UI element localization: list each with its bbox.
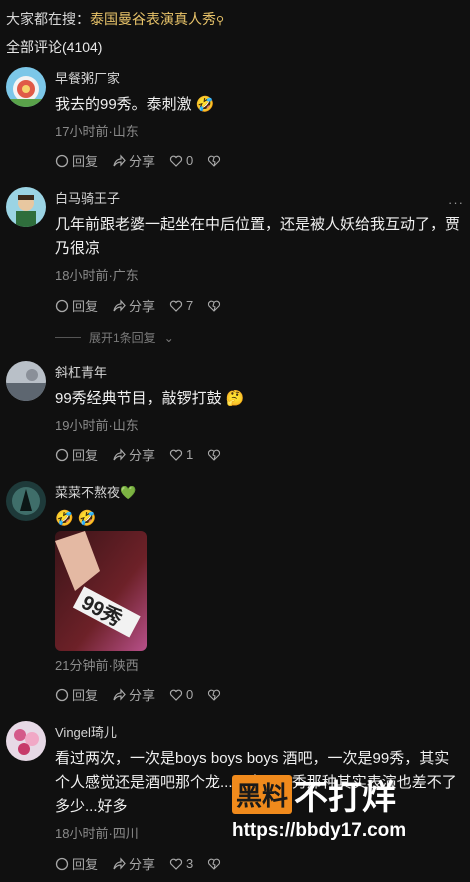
share-icon <box>113 298 126 312</box>
comment-author[interactable]: 早餐粥厂家 <box>55 68 120 87</box>
reply-button[interactable]: 回复 <box>55 151 98 170</box>
comment-text: 99秀经典节目，敲锣打鼓 🤔 <box>55 390 245 407</box>
watermark-url: https://bbdy17.com <box>232 820 407 841</box>
broken-heart-icon <box>208 689 221 701</box>
like-count: 3 <box>186 856 194 871</box>
heart-icon <box>169 155 183 167</box>
share-button[interactable]: 分享 <box>112 685 155 704</box>
dislike-button[interactable] <box>207 154 221 168</box>
divider <box>55 337 81 338</box>
comment-actions: 回复 分享 0 <box>55 151 221 170</box>
heart-icon <box>169 689 183 701</box>
dislike-button[interactable] <box>207 857 221 871</box>
reply-button[interactable]: 回复 <box>55 445 98 464</box>
share-icon <box>113 153 126 167</box>
hot-search-keyword[interactable]: 泰国曼谷表演真人秀 <box>90 11 216 27</box>
reply-icon <box>55 448 69 461</box>
share-button[interactable]: 分享 <box>112 296 155 315</box>
watermark-title: 不打烊 <box>294 779 397 817</box>
comment-actions: 回复 分享 0 <box>55 685 221 704</box>
emoji: 🤣 <box>195 96 215 113</box>
dislike-button[interactable] <box>207 448 221 462</box>
hot-search-bar[interactable]: 大家都在搜：泰国曼谷表演真人秀⚲ <box>6 9 224 29</box>
like-count: 0 <box>186 153 194 168</box>
comment-actions: 回复 分享 7 <box>55 296 221 315</box>
avatar[interactable] <box>6 721 46 761</box>
more-options-button[interactable]: ··· <box>448 195 464 210</box>
comment-author[interactable]: 斜杠青年 <box>55 362 107 381</box>
avatar[interactable] <box>6 361 46 401</box>
like-button[interactable]: 7 <box>169 298 193 313</box>
avatar[interactable] <box>6 67 46 107</box>
reply-icon <box>55 857 69 870</box>
avatar[interactable] <box>6 187 46 227</box>
comment-count: 全部评论(4104) <box>6 39 103 55</box>
reply-icon <box>55 688 69 701</box>
expand-replies-button[interactable]: 展开1条回复 ⌄ <box>55 329 174 346</box>
comment-meta: 17小时前·山东 <box>55 124 139 139</box>
comment-text: 我去的99秀。泰刺激 🤣 <box>55 96 215 113</box>
reply-icon <box>55 299 69 312</box>
share-icon <box>113 856 126 870</box>
share-icon <box>113 687 126 701</box>
broken-heart-icon <box>208 300 221 312</box>
dislike-button[interactable] <box>207 299 221 313</box>
heart-icon <box>169 858 183 870</box>
chevron-down-icon: ⌄ <box>163 330 174 345</box>
reply-button[interactable]: 回复 <box>55 296 98 315</box>
emoji: 💚 <box>120 485 137 500</box>
comment-author[interactable]: Vingel琦儿 <box>55 722 117 741</box>
avatar[interactable] <box>6 481 46 521</box>
watermark-logo: 黑料 <box>232 775 293 814</box>
like-count: 1 <box>186 447 194 462</box>
like-button[interactable]: 0 <box>169 153 193 168</box>
reply-button[interactable]: 回复 <box>55 854 98 873</box>
comment-author[interactable]: 菜菜不熬夜💚 <box>55 482 136 501</box>
comment-meta: 19小时前·山东 <box>55 418 139 433</box>
comment-meta: 21分钟前·陕西 <box>55 658 139 673</box>
comment-text: 🤣 🤣 <box>55 510 97 527</box>
share-button[interactable]: 分享 <box>112 151 155 170</box>
comment-photo[interactable]: 99秀 <box>55 531 147 651</box>
watermark: 黑料 不打烊 https://bbdy17.com <box>232 770 462 846</box>
broken-heart-icon <box>208 155 221 167</box>
like-count: 0 <box>186 687 194 702</box>
like-button[interactable]: 1 <box>169 447 193 462</box>
emoji: 🤔 <box>225 390 245 407</box>
dislike-button[interactable] <box>207 688 221 702</box>
comment-author[interactable]: 白马骑王子 <box>55 188 120 207</box>
comment-actions: 回复 分享 1 <box>55 445 221 464</box>
comment-meta: 18小时前·广东 <box>55 268 139 283</box>
heart-icon <box>169 300 183 312</box>
reply-button[interactable]: 回复 <box>55 685 98 704</box>
like-count: 7 <box>186 298 194 313</box>
comment-text: 几年前跟老婆一起坐在中后位置，还是被人妖给我互动了，贾乃很凉 <box>55 216 461 257</box>
search-icon: ⚲ <box>216 15 225 27</box>
comment-meta: 18小时前·四川 <box>55 826 139 841</box>
comment-actions: 回复 分享 3 <box>55 854 221 873</box>
heart-icon <box>169 449 183 461</box>
share-button[interactable]: 分享 <box>112 854 155 873</box>
broken-heart-icon <box>208 449 221 461</box>
broken-heart-icon <box>208 858 221 870</box>
like-button[interactable]: 3 <box>169 856 193 871</box>
share-icon <box>113 447 126 461</box>
like-button[interactable]: 0 <box>169 687 193 702</box>
hot-search-prefix: 大家都在搜： <box>6 11 90 27</box>
reply-icon <box>55 154 69 167</box>
share-button[interactable]: 分享 <box>112 445 155 464</box>
